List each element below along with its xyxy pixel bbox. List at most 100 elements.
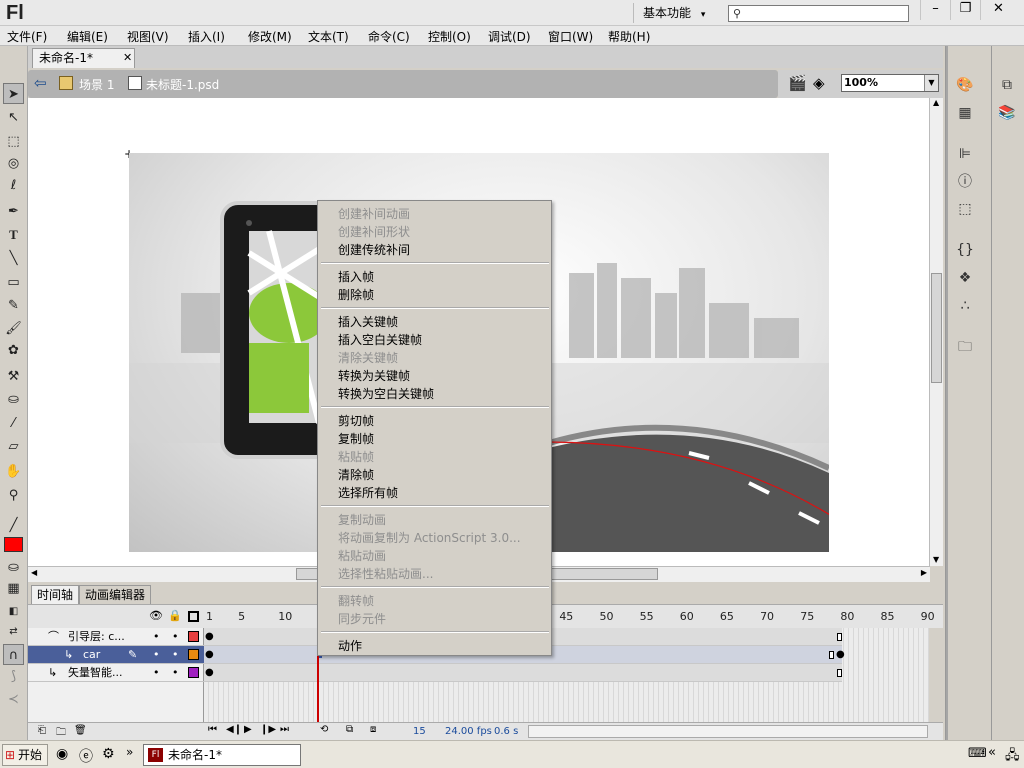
taskbar-item[interactable]: Fl 未命名-1* <box>143 744 301 766</box>
layer-color-swatch[interactable] <box>188 667 199 678</box>
smooth-icon[interactable]: ⟆ <box>3 666 24 687</box>
lock-dot[interactable]: • <box>172 664 179 681</box>
end-frame[interactable] <box>837 669 842 677</box>
snap-magnet-icon[interactable]: ∩ <box>3 644 24 665</box>
network-icon[interactable]: 🖧 <box>1005 746 1020 768</box>
fill-bucket-icon[interactable]: ⛀ <box>3 557 24 578</box>
first-frame-icon[interactable]: ⏮ <box>208 724 217 735</box>
scroll-left-icon[interactable]: ◀ <box>31 568 37 577</box>
vertical-scroll-thumb[interactable] <box>931 273 942 383</box>
frame-grid[interactable]: ● ● ● ● <box>204 628 929 722</box>
close-icon[interactable]: ✕ <box>123 49 132 67</box>
context-menu-item[interactable]: 删除帧 <box>338 286 374 303</box>
context-menu-item[interactable]: 插入空白关键帧 <box>338 331 422 348</box>
workspace-switcher[interactable]: 基本功能 ▾ <box>633 3 713 23</box>
context-menu-item[interactable]: 选择所有帧 <box>338 484 398 501</box>
outline-icon[interactable] <box>188 611 199 622</box>
menu-modify[interactable]: 修改(M) <box>248 28 292 45</box>
back-arrow-icon[interactable]: ⇦ <box>34 74 47 92</box>
swatches-panel-icon[interactable]: ▦ <box>954 102 976 124</box>
brush-tool-icon[interactable]: 🖌 <box>3 318 24 339</box>
keyframe-dot[interactable]: ● <box>836 649 845 660</box>
symbol-label[interactable]: 未标题-1.psd <box>146 76 219 93</box>
library-panel-icon[interactable]: 📚 <box>996 102 1018 124</box>
align-panel-icon[interactable]: ⊫ <box>954 143 976 165</box>
document-tab[interactable]: 未命名-1* ✕ <box>32 48 135 68</box>
layer-row[interactable]: ⌒ 引导层: c... • • <box>28 628 204 646</box>
swap-colors-icon[interactable]: ▦ <box>3 578 24 599</box>
menu-help[interactable]: 帮助(H) <box>608 28 650 45</box>
context-menu-item[interactable]: 转换为关键帧 <box>338 367 410 384</box>
fill-color-swatch[interactable] <box>4 537 23 552</box>
info-panel-icon[interactable]: ⓘ <box>954 171 976 193</box>
color-panel-icon[interactable]: 🎨 <box>954 74 976 96</box>
onion-outline-icon[interactable]: ⧈ <box>370 724 376 735</box>
context-menu-item[interactable]: 插入关键帧 <box>338 313 398 330</box>
scene-label[interactable]: 场景 1 <box>79 76 114 93</box>
context-menu-item[interactable]: 剪切帧 <box>338 412 374 429</box>
frame-span[interactable] <box>204 664 842 682</box>
menu-control[interactable]: 控制(O) <box>428 28 471 45</box>
quicklaunch-expand-icon[interactable]: » <box>126 745 133 759</box>
onion-skin-icon[interactable]: ⧉ <box>346 724 353 735</box>
eraser-tool-icon[interactable]: ▱ <box>3 436 24 457</box>
layer-row[interactable]: ↳ car ✎ • • <box>28 646 204 664</box>
stroke-color-icon[interactable]: ╱ <box>3 515 24 536</box>
rectangle-tool-icon[interactable]: ▭ <box>3 272 24 293</box>
end-frame[interactable] <box>837 633 842 641</box>
restore-button[interactable]: ❐ <box>950 0 980 20</box>
menu-view[interactable]: 视图(V) <box>127 28 169 45</box>
menu-edit[interactable]: 编辑(E) <box>67 28 108 45</box>
project-panel-icon[interactable]: 🗀 <box>954 336 976 358</box>
tab-motion-editor[interactable]: 动画编辑器 <box>79 585 152 604</box>
keyframe-dot[interactable]: ● <box>205 667 214 678</box>
paint-bucket-tool-icon[interactable]: ⛀ <box>3 389 24 410</box>
swap-colors-arrow-icon[interactable]: ⇄ <box>3 621 24 642</box>
chevron-down-icon[interactable]: ▼ <box>924 75 938 91</box>
layer-color-swatch[interactable] <box>188 649 199 660</box>
line-tool-icon[interactable]: ╲ <box>3 248 24 269</box>
tray-expand-icon[interactable]: « <box>988 745 996 760</box>
lasso-tool-icon[interactable]: ℓ <box>3 175 24 196</box>
visible-dot[interactable]: • <box>153 628 160 645</box>
menu-debug[interactable]: 调试(D) <box>488 28 531 45</box>
visible-dot[interactable]: • <box>153 664 160 681</box>
visible-dot[interactable]: • <box>153 646 160 663</box>
deco-tool-icon[interactable]: ✿ <box>3 340 24 361</box>
delete-icon[interactable]: 🗑 <box>74 725 87 736</box>
timeline-hscrollbar[interactable] <box>528 725 928 738</box>
context-menu-item[interactable]: 插入帧 <box>338 268 374 285</box>
motion-presets-icon[interactable]: ∴ <box>954 295 976 317</box>
menu-insert[interactable]: 插入(I) <box>188 28 225 45</box>
play-icon[interactable]: ▶ <box>244 724 252 735</box>
subselection-tool-icon[interactable]: ↖ <box>3 107 24 128</box>
search-input[interactable]: ⚲ <box>728 5 909 22</box>
components-icon[interactable]: ❖ <box>954 267 976 289</box>
zoom-tool-icon[interactable]: ⚲ <box>3 485 24 506</box>
step-back-icon[interactable]: ◀❙ <box>226 724 242 735</box>
menu-window[interactable]: 窗口(W) <box>548 28 593 45</box>
pen-tool-icon[interactable]: ✒ <box>3 201 24 222</box>
menu-commands[interactable]: 命令(C) <box>368 28 410 45</box>
bone-tool-icon[interactable]: ⚒ <box>3 366 24 387</box>
last-frame-icon[interactable]: ⏭ <box>280 724 289 735</box>
properties-panel-icon[interactable]: ⧉ <box>996 74 1018 96</box>
default-colors-icon[interactable]: ◧ <box>3 601 24 622</box>
eyedropper-tool-icon[interactable]: ⁄ <box>3 413 24 434</box>
context-menu-item[interactable]: 复制帧 <box>338 430 374 447</box>
pencil-tool-icon[interactable]: ✎ <box>3 295 24 316</box>
step-forward-icon[interactable]: ❙▶ <box>260 724 276 735</box>
current-frame[interactable]: 15 <box>413 726 426 737</box>
keyboard-icon[interactable]: ⌨ <box>968 746 987 761</box>
minimize-button[interactable]: – <box>920 0 950 20</box>
lock-dot[interactable]: • <box>172 646 179 663</box>
frame-rate[interactable]: 24.00 fps <box>445 726 492 737</box>
menu-text[interactable]: 文本(T) <box>308 28 349 45</box>
selection-tool-icon[interactable]: ➤ <box>3 83 24 104</box>
lock-icon[interactable]: 🔒 <box>168 609 182 622</box>
straighten-icon[interactable]: ≺ <box>3 689 24 710</box>
edit-scene-icon[interactable]: 🎬 <box>788 74 807 92</box>
layer-row[interactable]: ↳ 矢量智能... • • <box>28 664 204 682</box>
keyframe-dot[interactable]: ● <box>205 631 214 642</box>
menu-file[interactable]: 文件(F) <box>7 28 47 45</box>
